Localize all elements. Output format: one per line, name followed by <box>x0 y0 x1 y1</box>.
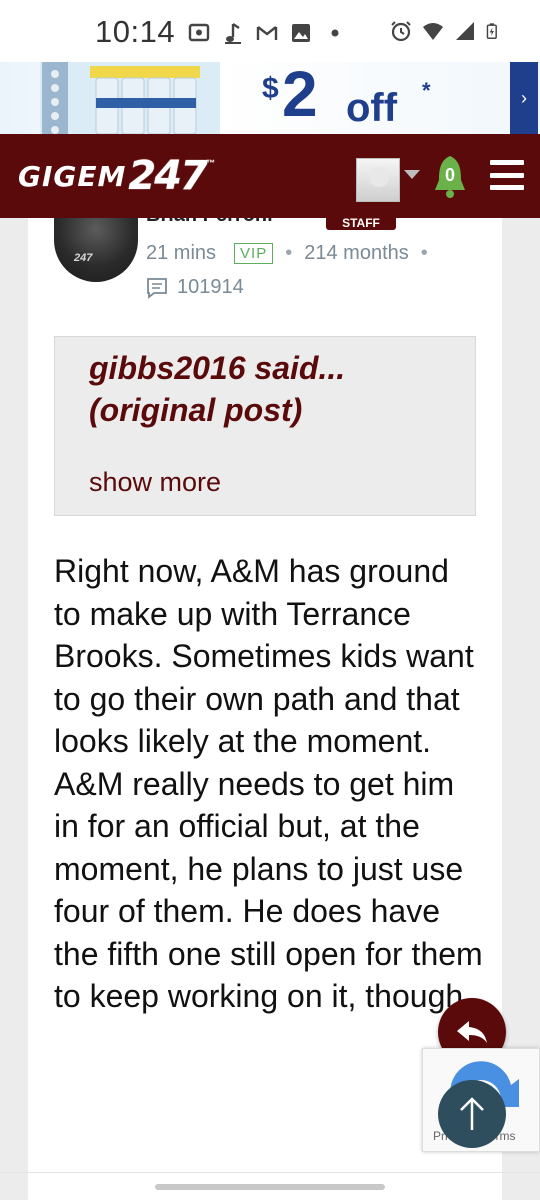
logo-number: 247 <box>128 153 207 199</box>
site-logo[interactable]: GIGEM 247 ™ <box>18 152 215 200</box>
chevron-down-icon[interactable] <box>404 170 420 179</box>
logo-word: GIGEM <box>18 159 127 193</box>
status-bar: 10:14 <box>0 0 540 62</box>
member-duration: 214 months <box>304 242 409 264</box>
gesture-nav-handle[interactable] <box>155 1184 385 1190</box>
cast-icon <box>188 23 210 42</box>
post-body: Right now, A&M has ground to make up wit… <box>54 553 483 1014</box>
battery-charging-icon <box>486 23 497 39</box>
gmail-icon <box>256 26 278 40</box>
comment-icon <box>147 277 167 299</box>
dot-icon <box>331 29 339 37</box>
status-time: 10:14 <box>95 14 176 49</box>
separator-dot: • <box>285 242 293 264</box>
show-more-link[interactable]: show more <box>89 467 221 498</box>
page: 10:14 $ 2 off * › GIGEM 247 ™ 0 STAFF 24… <box>0 0 540 1200</box>
arrow-up-icon <box>460 1097 484 1130</box>
post-count-line: 101914 <box>146 276 244 299</box>
ad-product-image <box>40 62 220 134</box>
ad-dollar-sign: $ <box>262 72 279 105</box>
bottom-divider <box>0 1172 540 1173</box>
reply-arrow-icon <box>457 1021 487 1043</box>
notification-count: 0 <box>444 165 455 185</box>
hamburger-menu-icon[interactable] <box>490 160 524 190</box>
post-count: 101914 <box>177 276 244 298</box>
quote-title[interactable]: gibbs2016 said... (original post) <box>89 347 469 431</box>
avatar-logo-text: 247 <box>74 252 93 264</box>
image-icon <box>292 24 310 42</box>
scroll-to-top-button[interactable] <box>438 1080 506 1148</box>
music-note-icon <box>225 23 241 44</box>
vip-badge: VIP <box>234 243 274 264</box>
quote-box: gibbs2016 said... (original post) show m… <box>54 336 476 516</box>
ad-amount: 2 <box>282 62 318 130</box>
staff-badge: STAFF <box>326 218 396 230</box>
logo-trademark: ™ <box>205 158 215 168</box>
chevron-right-icon: › <box>521 87 527 108</box>
user-avatar[interactable]: 247 <box>54 218 138 282</box>
ad-next-button[interactable]: › <box>510 62 538 134</box>
ad-off-label: off <box>346 86 398 130</box>
signal-icon <box>456 22 474 40</box>
wifi-icon <box>423 23 443 40</box>
post-meta: 21 mins VIP • 214 months • <box>146 242 440 265</box>
author-name[interactable]: Brian Perroni <box>146 218 273 227</box>
post-time-ago: 21 mins <box>146 242 217 264</box>
account-avatar-button[interactable] <box>356 158 400 202</box>
status-icons-left <box>188 22 346 44</box>
alarm-icon <box>391 21 411 42</box>
separator-dot: • <box>420 242 428 264</box>
ad-asterisk: * <box>422 78 431 103</box>
ad-banner[interactable]: $ 2 off * › <box>0 62 540 134</box>
status-icons-right <box>390 20 502 42</box>
